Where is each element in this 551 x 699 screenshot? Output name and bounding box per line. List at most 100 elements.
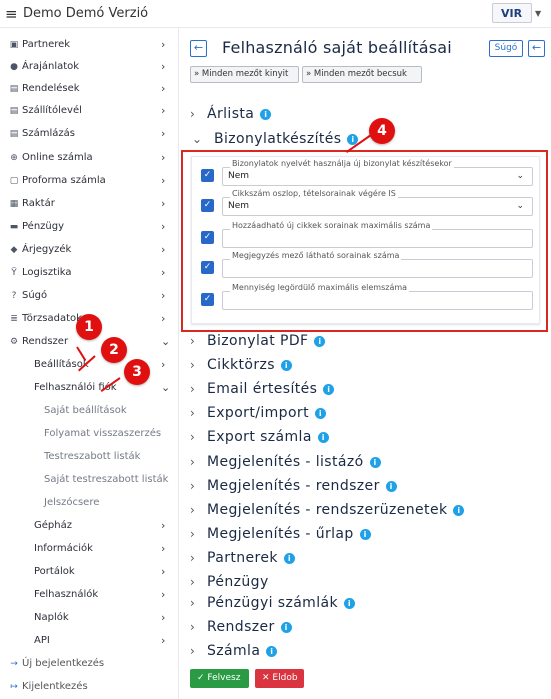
- sidebar-item-rendelesek[interactable]: ▤ Rendelések ›: [0, 78, 178, 100]
- sidebar-item-szamlazas[interactable]: ▤ Számlázás ›: [0, 123, 178, 145]
- discard-button[interactable]: ✕ Eldob: [255, 669, 304, 688]
- info-icon[interactable]: i: [260, 108, 272, 120]
- info-icon[interactable]: i: [314, 335, 326, 347]
- sidebar-item-felhasznalok[interactable]: Felhasználók ›: [0, 584, 178, 606]
- section-rendszer[interactable]: › Rendszer i: [190, 619, 292, 639]
- sidebar-item-label: Pénzügy: [22, 221, 65, 232]
- caret-down-icon[interactable]: ▼: [535, 9, 541, 18]
- section-bizonylat-pdf[interactable]: › Bizonylat PDF i: [190, 333, 326, 353]
- help-button[interactable]: Súgó: [489, 40, 523, 57]
- callout-badge-1: 1: [76, 314, 102, 340]
- sidebar-item-naplok[interactable]: Naplók ›: [0, 607, 178, 629]
- sidebar-item-gephaz[interactable]: Gépház ›: [0, 515, 178, 537]
- sidebar-item-arajanlatok[interactable]: ● Árajánlatok ›: [0, 56, 178, 78]
- expand-all-button[interactable]: » Minden mezőt kinyit: [190, 66, 299, 83]
- sidebar-item-penzugy[interactable]: ▬ Pénzügy ›: [0, 216, 178, 238]
- info-icon[interactable]: i: [369, 456, 381, 468]
- sidebar-item-proforma-szamla[interactable]: ▢ Proforma számla ›: [0, 170, 178, 192]
- section-partnerek[interactable]: › Partnerek i: [190, 550, 295, 570]
- expand-icon: »: [194, 69, 200, 79]
- chevron-right-icon: ›: [161, 82, 166, 95]
- sidebar-item-partnerek[interactable]: ▣ Partnerek ›: [0, 34, 178, 56]
- section-penzugyi-szamlak[interactable]: › Pénzügyi számlák i: [190, 595, 355, 615]
- collapse-all-button[interactable]: » Minden mezőt becsuk: [302, 66, 422, 83]
- info-icon[interactable]: i: [266, 645, 278, 657]
- settings-form: ✓ Nem ⌄ Bizonylatok nyelvét használja új …: [191, 156, 540, 324]
- sidebar-item-logisztika[interactable]: Ÿ Logisztika ›: [0, 262, 178, 284]
- sidebar-item-sajat-testreszabott-listak[interactable]: Saját testreszabott listák: [0, 469, 178, 491]
- sidebar-item-beallitasok[interactable]: Beállítások ›: [0, 354, 178, 376]
- section-label: Export/import: [207, 405, 309, 421]
- back-button-right[interactable]: ←: [528, 40, 545, 57]
- back-button[interactable]: ←: [190, 40, 207, 57]
- text-field[interactable]: [222, 229, 533, 248]
- cogs-icon: ⚙: [9, 337, 19, 347]
- section-cikktorzs[interactable]: › Cikktörzs i: [190, 357, 292, 377]
- info-icon[interactable]: i: [280, 359, 292, 371]
- section-megjelenites-rendszer[interactable]: › Megjelenítés - rendszer i: [190, 478, 397, 498]
- chevron-right-icon: ›: [190, 575, 196, 589]
- text-field[interactable]: [222, 259, 533, 278]
- select-field[interactable]: Nem ⌄: [222, 167, 533, 186]
- save-button[interactable]: ✓ Felvesz: [190, 669, 249, 688]
- section-megjelenites-urlap[interactable]: › Megjelenítés - űrlap i: [190, 526, 371, 546]
- app-title: Demo Demó Verzió: [23, 6, 149, 21]
- sidebar-item-label: Online számla: [22, 152, 93, 163]
- checkbox[interactable]: ✓: [201, 199, 214, 212]
- info-icon[interactable]: i: [385, 480, 397, 492]
- info-icon[interactable]: i: [453, 504, 465, 516]
- sidebar-item-folyamat-visszaszerzes[interactable]: Folyamat visszaszerzés: [0, 423, 178, 445]
- section-megjelenites-listazo[interactable]: › Megjelenítés - listázó i: [190, 454, 381, 474]
- sidebar-item-label: Beállítások: [34, 359, 89, 370]
- sidebar-item-sugo[interactable]: ? Súgó ›: [0, 285, 178, 307]
- section-export-import[interactable]: › Export/import i: [190, 405, 326, 425]
- sidebar-item-jelszocsere[interactable]: Jelszócsere: [0, 492, 178, 514]
- checkbox[interactable]: ✓: [201, 231, 214, 244]
- section-arlista[interactable]: › Árlista i: [190, 106, 272, 126]
- chevron-right-icon: ›: [161, 127, 166, 140]
- database-icon: ≣: [10, 314, 18, 324]
- checkbox[interactable]: ✓: [201, 169, 214, 182]
- info-icon[interactable]: i: [317, 431, 329, 443]
- sidebar-item-online-szamla[interactable]: ⊕ Online számla ›: [0, 147, 178, 169]
- section-export-szamla[interactable]: › Export számla i: [190, 429, 329, 449]
- info-icon[interactable]: i: [280, 621, 292, 633]
- select-field[interactable]: Nem ⌄: [222, 197, 533, 216]
- checkbox[interactable]: ✓: [201, 261, 214, 274]
- sidebar-item-label: Felhasználók: [34, 589, 99, 600]
- sidebar-item-felhasznaloi-fiok[interactable]: Felhasználói fiók ⌄: [0, 377, 178, 399]
- sidebar-item-testreszabott-listak[interactable]: Testreszabott listák: [0, 446, 178, 468]
- sidebar-item-kijelentkezes[interactable]: ↦ Kijelentkezés: [0, 676, 178, 698]
- sidebar-item-informaciok[interactable]: Információk ›: [0, 538, 178, 560]
- chevron-right-icon: ›: [190, 596, 196, 610]
- field-row: ✓ Nem ⌄ Bizonylatok nyelvét használja új …: [192, 157, 541, 186]
- section-email-ertesites[interactable]: › Email értesítés i: [190, 381, 335, 401]
- info-icon[interactable]: i: [314, 407, 326, 419]
- section-szamla[interactable]: › Számla i: [190, 643, 278, 663]
- chevron-right-icon: ›: [161, 634, 166, 647]
- chevron-right-icon: ›: [161, 588, 166, 601]
- sidebar-item-sajat-beallitasok[interactable]: Saját beállítások: [0, 400, 178, 422]
- sidebar-item-api[interactable]: API ›: [0, 630, 178, 652]
- checkbox[interactable]: ✓: [201, 293, 214, 306]
- section-megjelenites-rendszeruzenetek[interactable]: › Megjelenítés - rendszerüzenetek i: [190, 502, 465, 522]
- sidebar-item-label: Árjegyzék: [22, 244, 72, 255]
- section-label: Pénzügyi számlák: [207, 595, 338, 611]
- text-field[interactable]: [222, 291, 533, 310]
- info-icon[interactable]: i: [283, 552, 295, 564]
- hamburger-menu-icon[interactable]: ≡: [5, 5, 18, 23]
- sidebar-item-arjegyzek[interactable]: ◆ Árjegyzék ›: [0, 239, 178, 261]
- chevron-right-icon: ›: [190, 358, 196, 372]
- sidebar-item-uj-bejelentkezes[interactable]: → Új bejelentkezés: [0, 653, 178, 675]
- section-penzugy[interactable]: › Pénzügy: [190, 574, 269, 594]
- info-icon[interactable]: i: [359, 528, 371, 540]
- vir-logo[interactable]: VIR: [492, 3, 532, 23]
- sidebar-item-szallitolevel[interactable]: ▤ Szállítólevél ›: [0, 100, 178, 122]
- money-icon: ▬: [9, 222, 19, 232]
- info-icon[interactable]: i: [323, 383, 335, 395]
- route-icon: Ÿ: [11, 268, 17, 278]
- section-bizonylatkeszites[interactable]: ⌄ Bizonylatkészítés i: [192, 131, 359, 151]
- info-icon[interactable]: i: [344, 597, 355, 609]
- sidebar-item-portalok[interactable]: Portálok ›: [0, 561, 178, 583]
- sidebar-item-raktar[interactable]: ▦ Raktár ›: [0, 193, 178, 215]
